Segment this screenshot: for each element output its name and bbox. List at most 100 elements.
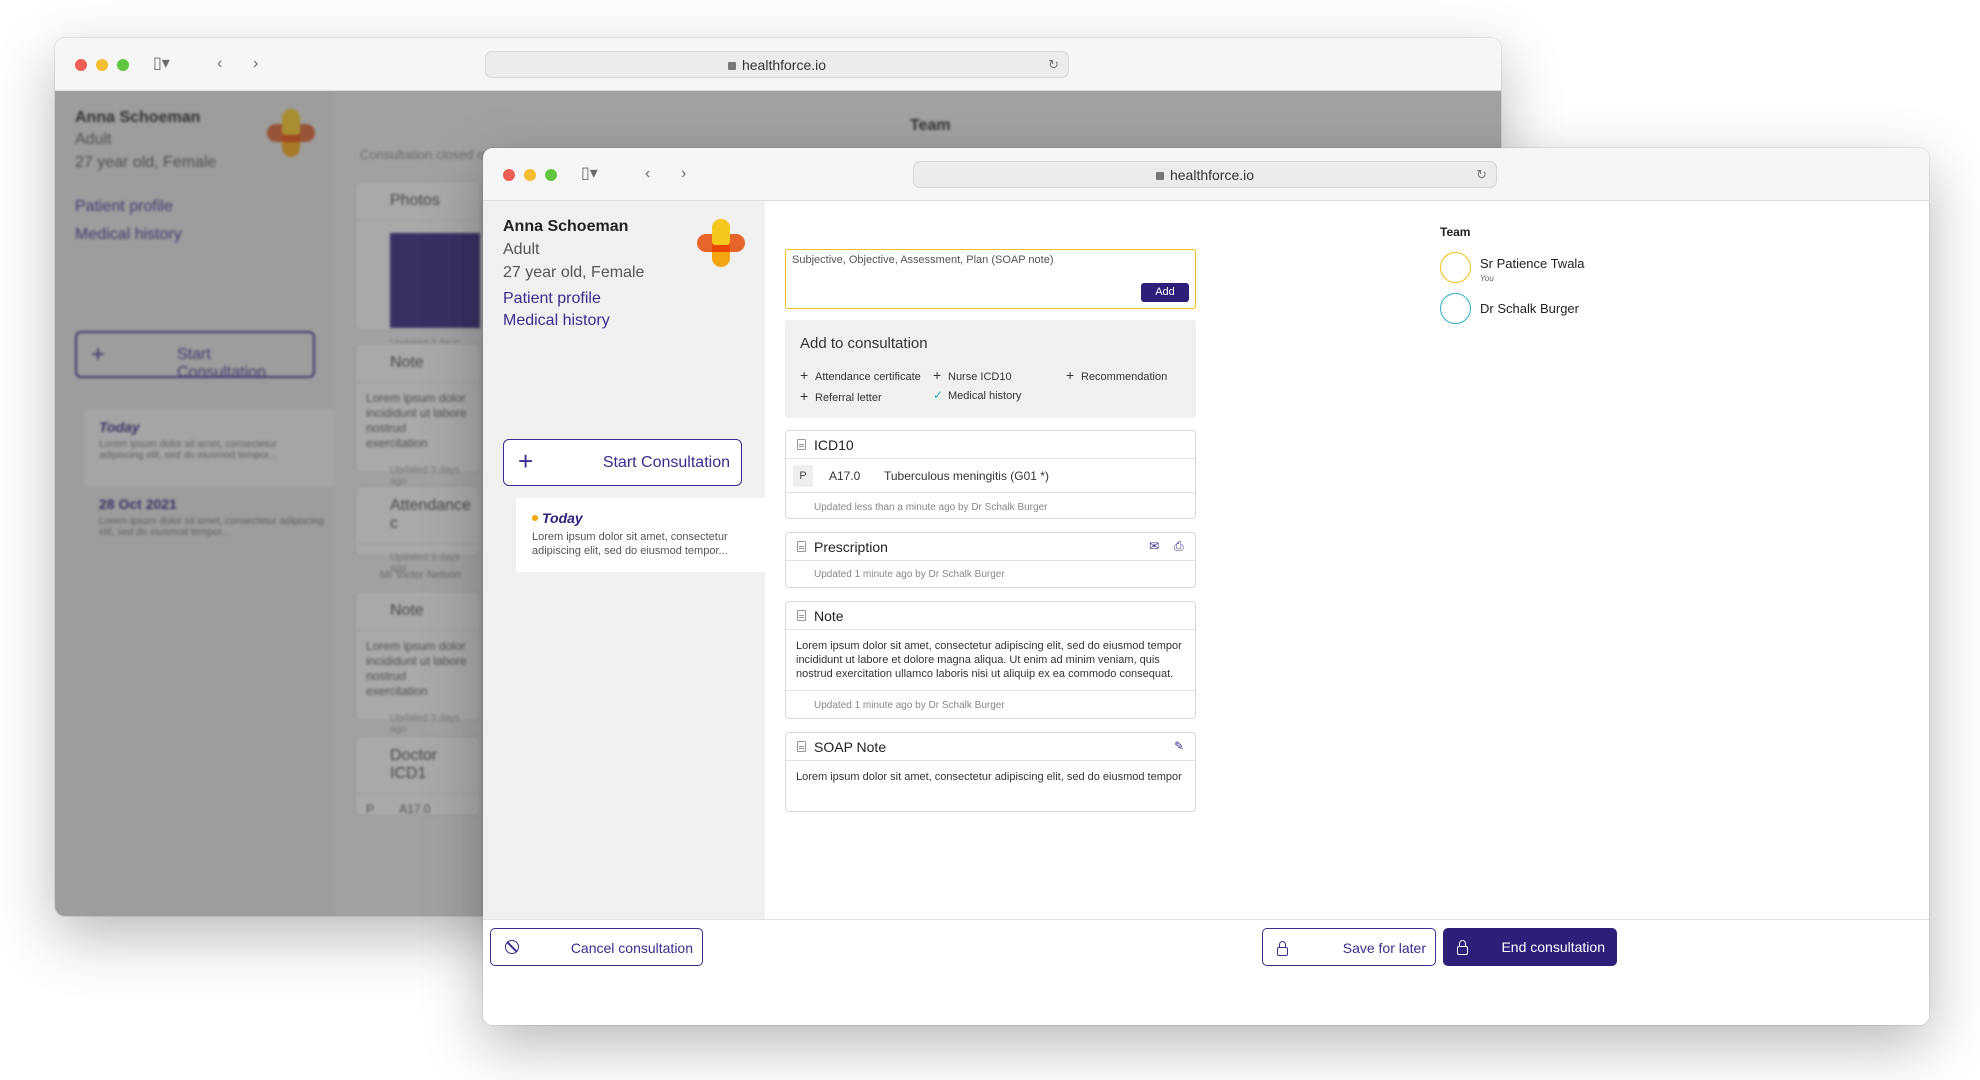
back-arrow-icon[interactable]: ‹ bbox=[217, 55, 222, 73]
url-text: healthforce.io bbox=[1169, 166, 1255, 183]
plus-icon: + bbox=[933, 367, 942, 383]
soap-note-card: SOAP Note ✎ Lorem ipsum dolor sit amet, … bbox=[785, 732, 1196, 812]
add-recommendation[interactable]: + Recommendation bbox=[1066, 367, 1167, 383]
plus-icon: + bbox=[518, 446, 534, 476]
window-controls[interactable] bbox=[503, 169, 557, 181]
status-dot bbox=[532, 515, 538, 522]
minimize-window-button[interactable] bbox=[96, 59, 108, 71]
minimize-window-button[interactable] bbox=[524, 169, 536, 181]
save-for-later-button[interactable]: Save for later bbox=[1262, 928, 1436, 966]
document-icon bbox=[797, 741, 806, 752]
soap-note-body: Lorem ipsum dolor sit amet, consectetur … bbox=[796, 771, 1182, 783]
card-header: Prescription ✉ ⎙ bbox=[786, 533, 1195, 561]
icd-code: A17.0 bbox=[829, 469, 861, 483]
team-member-role: You bbox=[1480, 274, 1494, 283]
start-consultation-button[interactable]: + Start Consultation bbox=[503, 439, 742, 486]
patient-profile-link[interactable]: Patient profile bbox=[503, 290, 601, 308]
add-attendance-certificate[interactable]: + Attendance certificate bbox=[800, 367, 921, 383]
note-card: Note Lorem ipsum dolor sit amet, consect… bbox=[785, 601, 1196, 719]
prescription-card: Prescription ✉ ⎙ Updated 1 minute ago by… bbox=[785, 532, 1196, 588]
end-consultation-button[interactable]: End consultation bbox=[1443, 928, 1617, 966]
save-for-later-label: Save for later bbox=[1342, 940, 1426, 956]
email-icon[interactable]: ✉ bbox=[1149, 539, 1159, 553]
soap-note-input[interactable]: Subjective, Objective, Assessment, Plan … bbox=[785, 249, 1196, 309]
zoom-window-button[interactable] bbox=[117, 59, 129, 71]
card-updated-text: Updated less than a minute ago by Dr Sch… bbox=[814, 502, 1048, 513]
icd-badge: P bbox=[793, 465, 813, 487]
app-content: Anna Schoeman Adult 27 year old, Female … bbox=[483, 201, 1929, 1025]
avatar bbox=[1440, 293, 1471, 324]
plus-icon: + bbox=[800, 367, 809, 383]
card-updated-text: Updated 1 minute ago by Dr Schalk Burger bbox=[814, 700, 1005, 711]
reload-icon[interactable]: ↻ bbox=[1048, 57, 1059, 73]
history-item-text: Lorem ipsum dolor sit amet, consectetur … bbox=[532, 531, 728, 557]
lock-icon bbox=[727, 61, 736, 70]
avatar bbox=[1440, 252, 1471, 283]
foreground-browser-window: ▯▾ ‹ › healthforce.io ↻ Anna Schoeman Ad… bbox=[483, 148, 1929, 1025]
close-window-button[interactable] bbox=[75, 59, 87, 71]
patient-info: 27 year old, Female bbox=[503, 264, 645, 281]
card-title: ICD10 bbox=[814, 437, 854, 453]
cancel-icon bbox=[505, 940, 519, 957]
add-to-consultation-panel: Add to consultation + Attendance certific… bbox=[785, 320, 1196, 418]
team-member-name: Sr Patience Twala bbox=[1480, 256, 1585, 271]
card-header: ICD10 bbox=[786, 431, 1195, 459]
cancel-consultation-button[interactable]: Cancel consultation bbox=[490, 928, 703, 966]
sidebar-toggle-icon[interactable]: ▯▾ bbox=[581, 165, 598, 183]
note-body: Lorem ipsum dolor sit amet, consectetur … bbox=[786, 630, 1195, 691]
cancel-consultation-label: Cancel consultation bbox=[570, 940, 693, 956]
add-nurse-icd10[interactable]: + Nurse ICD10 bbox=[933, 367, 1012, 383]
address-bar[interactable]: healthforce.io ↻ bbox=[485, 51, 1069, 78]
card-title: Prescription bbox=[814, 539, 888, 555]
edit-icon[interactable]: ✎ bbox=[1174, 739, 1184, 753]
add-soap-note-button[interactable]: Add bbox=[1141, 283, 1189, 302]
plus-icon: + bbox=[1066, 367, 1075, 383]
patient-name: Anna Schoeman bbox=[503, 218, 629, 235]
browser-titlebar: ▯▾ ‹ › healthforce.io ↻ bbox=[483, 148, 1929, 201]
add-to-consultation-title: Add to consultation bbox=[800, 335, 928, 352]
close-window-button[interactable] bbox=[503, 169, 515, 181]
forward-arrow-icon[interactable]: › bbox=[253, 55, 258, 73]
zoom-window-button[interactable] bbox=[545, 169, 557, 181]
lock-icon bbox=[1155, 171, 1164, 180]
window-controls[interactable] bbox=[75, 59, 129, 71]
browser-titlebar: ▯▾ ‹ › healthforce.io ↻ bbox=[55, 38, 1501, 91]
soap-note-placeholder: Subjective, Objective, Assessment, Plan … bbox=[792, 254, 1054, 266]
card-updated-text: Updated 1 minute ago by Dr Schalk Burger bbox=[814, 569, 1005, 580]
consultation-main: Subjective, Objective, Assessment, Plan … bbox=[765, 201, 1929, 919]
url-text: healthforce.io bbox=[741, 56, 827, 73]
forward-arrow-icon[interactable]: › bbox=[681, 165, 686, 183]
document-icon bbox=[797, 541, 806, 552]
card-header: SOAP Note ✎ bbox=[786, 733, 1195, 761]
team-member-name: Dr Schalk Burger bbox=[1480, 301, 1579, 316]
medical-history-link[interactable]: Medical history bbox=[503, 312, 610, 330]
plus-icon: + bbox=[800, 388, 809, 404]
consultation-footer: Cancel consultation Save for later End c… bbox=[483, 919, 1929, 1025]
patient-age-group: Adult bbox=[503, 241, 540, 258]
patient-sidebar: Anna Schoeman Adult 27 year old, Female … bbox=[483, 201, 765, 919]
history-item-today[interactable]: Today Lorem ipsum dolor sit amet, consec… bbox=[516, 498, 765, 572]
lock-icon bbox=[1457, 939, 1468, 955]
card-header: Note bbox=[786, 602, 1195, 630]
healthforce-logo bbox=[697, 219, 745, 267]
add-medical-history[interactable]: ✓ Medical history bbox=[933, 388, 1021, 402]
team-title: Team bbox=[1440, 225, 1471, 239]
start-consultation-label: Start Consultation bbox=[602, 454, 730, 471]
end-consultation-label: End consultation bbox=[1501, 939, 1605, 955]
card-title: SOAP Note bbox=[814, 739, 887, 755]
icd10-card: ICD10 P A17.0 Tuberculous meningitis (G0… bbox=[785, 430, 1196, 519]
print-icon[interactable]: ⎙ bbox=[1174, 539, 1184, 554]
card-title: Note bbox=[814, 608, 844, 624]
back-arrow-icon[interactable]: ‹ bbox=[645, 165, 650, 183]
history-item-title: Today bbox=[532, 510, 749, 526]
address-bar[interactable]: healthforce.io ↻ bbox=[913, 161, 1497, 188]
document-icon bbox=[797, 439, 806, 450]
document-icon bbox=[797, 610, 806, 621]
icd-description: Tuberculous meningitis (G01 *) bbox=[884, 469, 1049, 483]
reload-icon[interactable]: ↻ bbox=[1476, 167, 1487, 183]
lock-icon bbox=[1277, 940, 1288, 956]
icd-row[interactable]: P A17.0 Tuberculous meningitis (G01 *) bbox=[786, 459, 1195, 493]
sidebar-toggle-icon[interactable]: ▯▾ bbox=[153, 55, 170, 73]
add-referral-letter[interactable]: + Referral letter bbox=[800, 388, 882, 404]
check-icon: ✓ bbox=[933, 388, 944, 402]
